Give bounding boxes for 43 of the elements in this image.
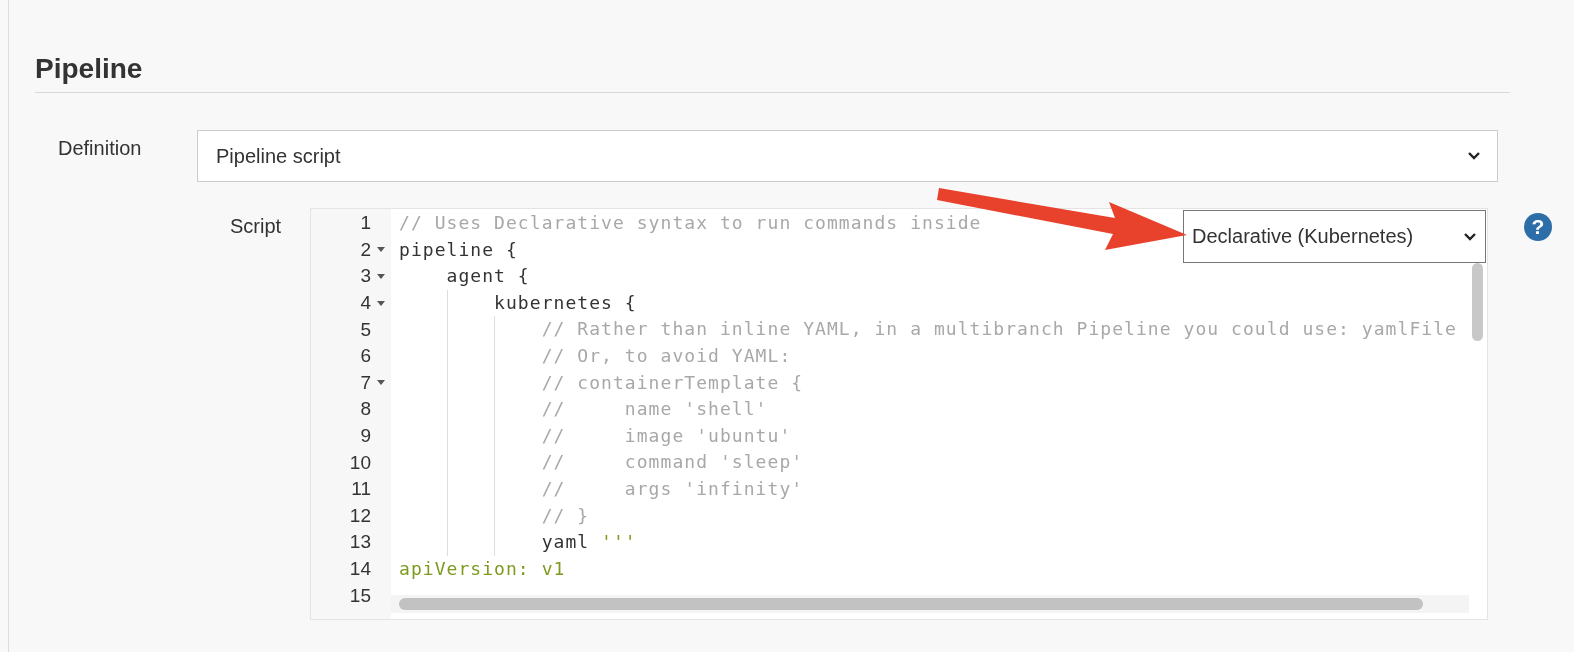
code-line: // name 'shell' [399, 396, 768, 423]
code-line: agent { [445, 264, 530, 289]
line-number: 13 [349, 531, 371, 554]
fold-icon[interactable] [377, 380, 385, 386]
line-number: 3 [360, 265, 371, 288]
help-icon[interactable]: ? [1524, 213, 1552, 241]
definition-select[interactable]: Pipeline script [197, 130, 1498, 182]
code-line: // Uses Declarative syntax to run commands inside [399, 211, 982, 235]
code-line: // Rather than inline YAML, in a multibranch Pipeline you could use: yamlFile [399, 316, 1457, 343]
code-line: // } [399, 502, 590, 530]
definition-label: Definition [58, 136, 143, 161]
code-line: // containerTemplate { [399, 369, 804, 397]
line-number: 1 [360, 212, 371, 235]
code-line: // command 'sleep' [399, 449, 804, 476]
line-number: 11 [351, 478, 371, 501]
chevron-icon [1463, 231, 1477, 242]
code-line: // image 'ubuntu' [399, 422, 792, 450]
line-number: 9 [360, 425, 371, 448]
code-line: apiVersion: v1 [399, 556, 566, 581]
line-number: 15 [349, 584, 371, 607]
script-label: Script [230, 214, 283, 239]
line-number: 7 [360, 371, 371, 394]
code-line: pipeline { [399, 237, 518, 262]
section-title: Pipeline [35, 52, 143, 86]
fold-icon[interactable] [377, 274, 385, 279]
fold-icon[interactable] [377, 247, 385, 253]
line-number: 12 [349, 504, 371, 527]
line-number: 2 [360, 238, 371, 261]
vertical-scrollbar[interactable] [1472, 263, 1483, 341]
code-line: // args 'infinity' [399, 475, 804, 503]
horizontal-scrollbar[interactable] [391, 595, 1469, 613]
template-select[interactable]: Declarative (Kubernetes) [1183, 210, 1486, 263]
line-number: 8 [360, 398, 371, 421]
line-number: 5 [360, 318, 371, 341]
chevron-icon [1467, 151, 1481, 161]
line-number: 4 [360, 292, 371, 315]
fold-icon[interactable] [377, 300, 385, 306]
line-number: 14 [349, 558, 371, 580]
code-line: kubernetes { [399, 289, 637, 317]
line-number: 10 [349, 451, 371, 474]
line-number: 6 [360, 345, 371, 368]
code-line: // Or, to avoid YAML: [399, 342, 792, 370]
code-line: yaml ''' [399, 529, 637, 556]
